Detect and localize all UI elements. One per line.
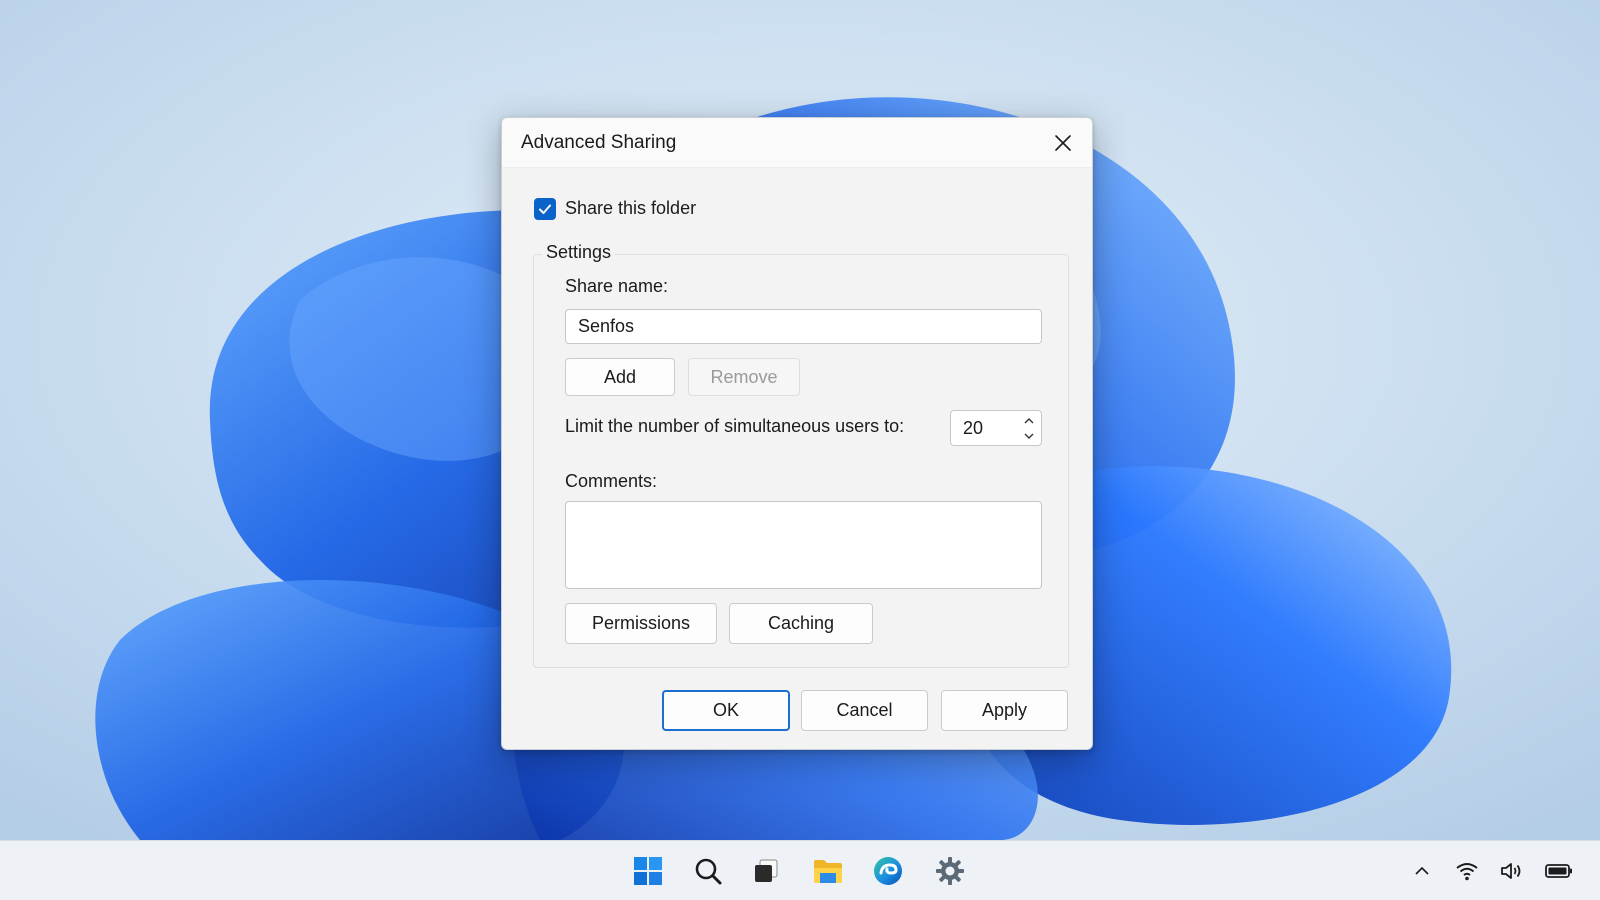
battery-button[interactable] bbox=[1544, 856, 1574, 886]
task-view-icon bbox=[755, 859, 778, 882]
spin-down-button[interactable] bbox=[1019, 429, 1039, 444]
task-view-button[interactable] bbox=[746, 851, 786, 891]
share-name-label: Share name: bbox=[565, 276, 669, 296]
advanced-sharing-dialog: Advanced Sharing Share this folder Setti… bbox=[501, 117, 1093, 750]
caching-button[interactable]: Caching bbox=[729, 603, 873, 644]
close-button[interactable] bbox=[1044, 125, 1082, 161]
permissions-button[interactable]: Permissions bbox=[565, 603, 717, 644]
checkmark-icon bbox=[539, 204, 551, 214]
share-folder-checkbox[interactable] bbox=[534, 198, 556, 220]
add-button[interactable]: Add bbox=[565, 358, 675, 396]
share-folder-label: Share this folder bbox=[565, 198, 697, 218]
file-explorer-button[interactable] bbox=[808, 851, 848, 891]
edge-browser-button[interactable] bbox=[868, 851, 908, 891]
network-button[interactable] bbox=[1452, 856, 1482, 886]
comments-textarea[interactable] bbox=[565, 501, 1042, 589]
volume-button[interactable] bbox=[1497, 856, 1527, 886]
search-icon bbox=[695, 858, 722, 885]
settings-gear-icon bbox=[936, 857, 964, 885]
show-hidden-icons-button[interactable] bbox=[1407, 856, 1437, 886]
chevron-down-icon bbox=[1024, 433, 1034, 439]
edge-browser-icon bbox=[874, 857, 902, 885]
user-limit-value[interactable]: 20 bbox=[963, 418, 983, 439]
remove-button[interactable]: Remove bbox=[688, 358, 800, 396]
chevron-up-icon bbox=[1024, 418, 1034, 424]
wifi-icon bbox=[1456, 863, 1478, 881]
battery-icon bbox=[1545, 864, 1572, 878]
chevron-up-icon bbox=[1415, 866, 1429, 875]
cancel-button[interactable]: Cancel bbox=[801, 690, 928, 731]
share-name-input[interactable] bbox=[565, 309, 1042, 344]
close-icon bbox=[1055, 135, 1071, 151]
apply-button[interactable]: Apply bbox=[941, 690, 1068, 731]
ok-button[interactable]: OK bbox=[662, 690, 790, 731]
settings-legend: Settings bbox=[542, 242, 616, 263]
file-explorer-icon bbox=[814, 860, 842, 883]
search-button[interactable] bbox=[688, 851, 728, 891]
dialog-titlebar: Advanced Sharing bbox=[502, 118, 1092, 168]
start-button[interactable] bbox=[628, 851, 668, 891]
volume-icon bbox=[1501, 863, 1521, 879]
comments-label: Comments: bbox=[565, 471, 658, 491]
windows-start-icon bbox=[634, 857, 662, 885]
limit-users-label: Limit the number of simultaneous users t… bbox=[565, 416, 905, 436]
taskbar bbox=[0, 840, 1600, 900]
spin-up-button[interactable] bbox=[1019, 413, 1039, 428]
user-limit-spinner[interactable]: 20 bbox=[950, 410, 1042, 446]
dialog-title: Advanced Sharing bbox=[521, 132, 677, 153]
settings-button[interactable] bbox=[930, 851, 970, 891]
